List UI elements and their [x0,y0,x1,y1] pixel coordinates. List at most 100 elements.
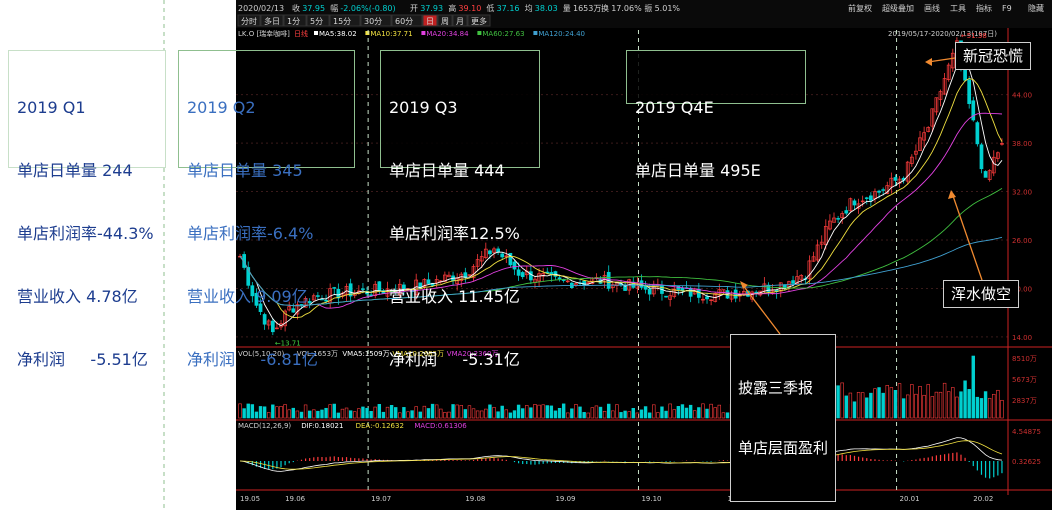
callout-q3-line2: 单店层面盈利 [738,439,829,457]
vol-tick-label-2: 2837万 [1012,397,1037,405]
candle-body [791,280,795,284]
candle-body [836,218,840,220]
period-tab-label[interactable]: 60分 [395,17,413,26]
period-tab-label[interactable]: 分时 [241,16,257,26]
x-tick-label-9: 20.02 [973,495,993,503]
period-tab-label[interactable]: 多日 [264,16,280,26]
q2-net-profit: 净利润 -6.81亿 [187,350,318,369]
macd-legend-item-0: MACD(12,26,9) [238,422,291,430]
period-tab-label[interactable]: 日 [426,17,434,26]
stock-chart-stage: 2020/02/13 收 37.95 幅 -2.06%(-0.80) 开 37.93 高 39.… [0,0,1052,510]
x-tick-label-1: 19.06 [285,495,306,503]
header-field: 2020/02/13 [238,4,284,13]
period-tab-label[interactable]: 月 [456,17,464,26]
header-field: 1653万 [573,4,601,13]
candle-body [696,288,701,298]
volume-bar [869,392,873,419]
volume-bar [361,406,365,419]
ma-legend-item-4: MA120:24.40 [538,30,585,38]
header-field: 低 [486,3,494,13]
ma-legend-type: 日线 [294,29,308,38]
period-tab-label[interactable]: 30分 [364,17,382,26]
volume-bar [336,412,341,419]
toolbar-item-3[interactable]: 工具 [950,4,966,13]
period-tab-label[interactable]: 周 [441,17,449,26]
volume-bar [582,412,586,419]
volume-bar [307,410,312,419]
candle-body [983,171,988,178]
x-tick-label-0: 19.05 [240,495,260,503]
volume-bar [963,380,967,419]
candle-body [557,277,562,280]
toolbar-item-0[interactable]: 前复权 [848,3,872,13]
q3-orders: 单店日单量 444 [389,161,505,180]
volume-bar [901,398,906,419]
price-tick-label-1: 38.00 [1012,140,1032,148]
header-field: 振 [644,3,652,13]
volume-bar [299,411,304,419]
volume-bar [619,412,623,419]
candle-body [967,79,972,104]
volume-bar [631,407,635,419]
header-field: 5.01% [655,4,681,13]
volume-bar [348,410,353,419]
toolbar-item-5[interactable]: F9 [1002,4,1012,13]
header-field: 开 [410,4,418,13]
candle-body [893,177,898,181]
q2-revenue: 营业收入 9.09亿 [187,287,308,306]
price-tick-label-3: 26.00 [1012,237,1032,245]
volume-bar [639,409,644,419]
callout-covid-panic: 新冠恐慌 [955,42,1032,70]
header-field: 38.03 [535,4,558,13]
candle-body [975,122,980,145]
header-field: 高 [448,3,456,13]
macd-legend-item-3: MACD:0.61306 [414,422,467,430]
volume-bar [508,412,513,419]
volume-bar [680,404,685,419]
volume-bar [893,390,898,419]
period-tab-label[interactable]: 15分 [333,17,351,26]
toolbar-item-4[interactable]: 指标 [976,3,992,13]
price-tick-label-2: 32.00 [1012,189,1032,197]
volume-bar [561,403,566,419]
volume-bar [983,391,988,419]
volume-bar [688,404,693,419]
annotation-q1: 2019 Q1 单店日单量 244 单店利润率-44.3% 营业收入 4.78亿… [8,50,166,369]
volume-bar [865,397,869,419]
volume-bar [971,355,975,419]
candle-body [869,195,873,201]
header-field: 37.16 [497,4,520,13]
ma-legend-swatch [477,31,482,35]
volume-bar [369,411,373,419]
ma-legend-swatch [314,31,318,35]
price-tick-label-0: 44.00 [1012,92,1032,100]
volume-bar [881,392,885,419]
ma-legend-item-3: MA60:27.63 [482,30,524,38]
period-tab-label[interactable]: 5分 [310,17,323,26]
volume-bar [684,407,689,419]
candle-body [852,200,857,206]
toolbar-item-2[interactable]: 画线 [924,3,940,13]
volume-bar [496,411,500,419]
vol-tick-label-1: 5673万 [1012,376,1037,384]
toolbar-item-6[interactable]: 隐藏 [1028,3,1044,13]
q1-net-profit: 净利润 -5.51亿 [17,350,148,369]
q1-margin: 单店利润率-44.3% [17,224,154,243]
q2-orders: 单店日单量 345 [187,161,303,180]
volume-bar [725,412,730,419]
volume-bar [836,385,840,419]
toolbar-item-1[interactable]: 超级叠加 [882,3,914,13]
period-tab-label[interactable]: 1分 [287,17,300,26]
macd-tick-label-1: 0.32625 [1012,458,1041,466]
header-field: 收 [292,3,300,13]
macd-legend-item-2: DEA:-0.12632 [356,422,404,430]
macd-legend-item-1: DIF:0.18021 [301,422,343,430]
volume-bar [553,410,558,419]
candle-body [979,144,984,170]
period-tab-label[interactable]: 更多 [471,16,487,26]
volume-bar [647,412,652,419]
q3-margin: 单店利润率12.5% [389,224,520,243]
volume-bar [664,410,668,419]
q4-orders: 单店日单量 495E [635,161,761,180]
volume-bar [660,406,664,419]
